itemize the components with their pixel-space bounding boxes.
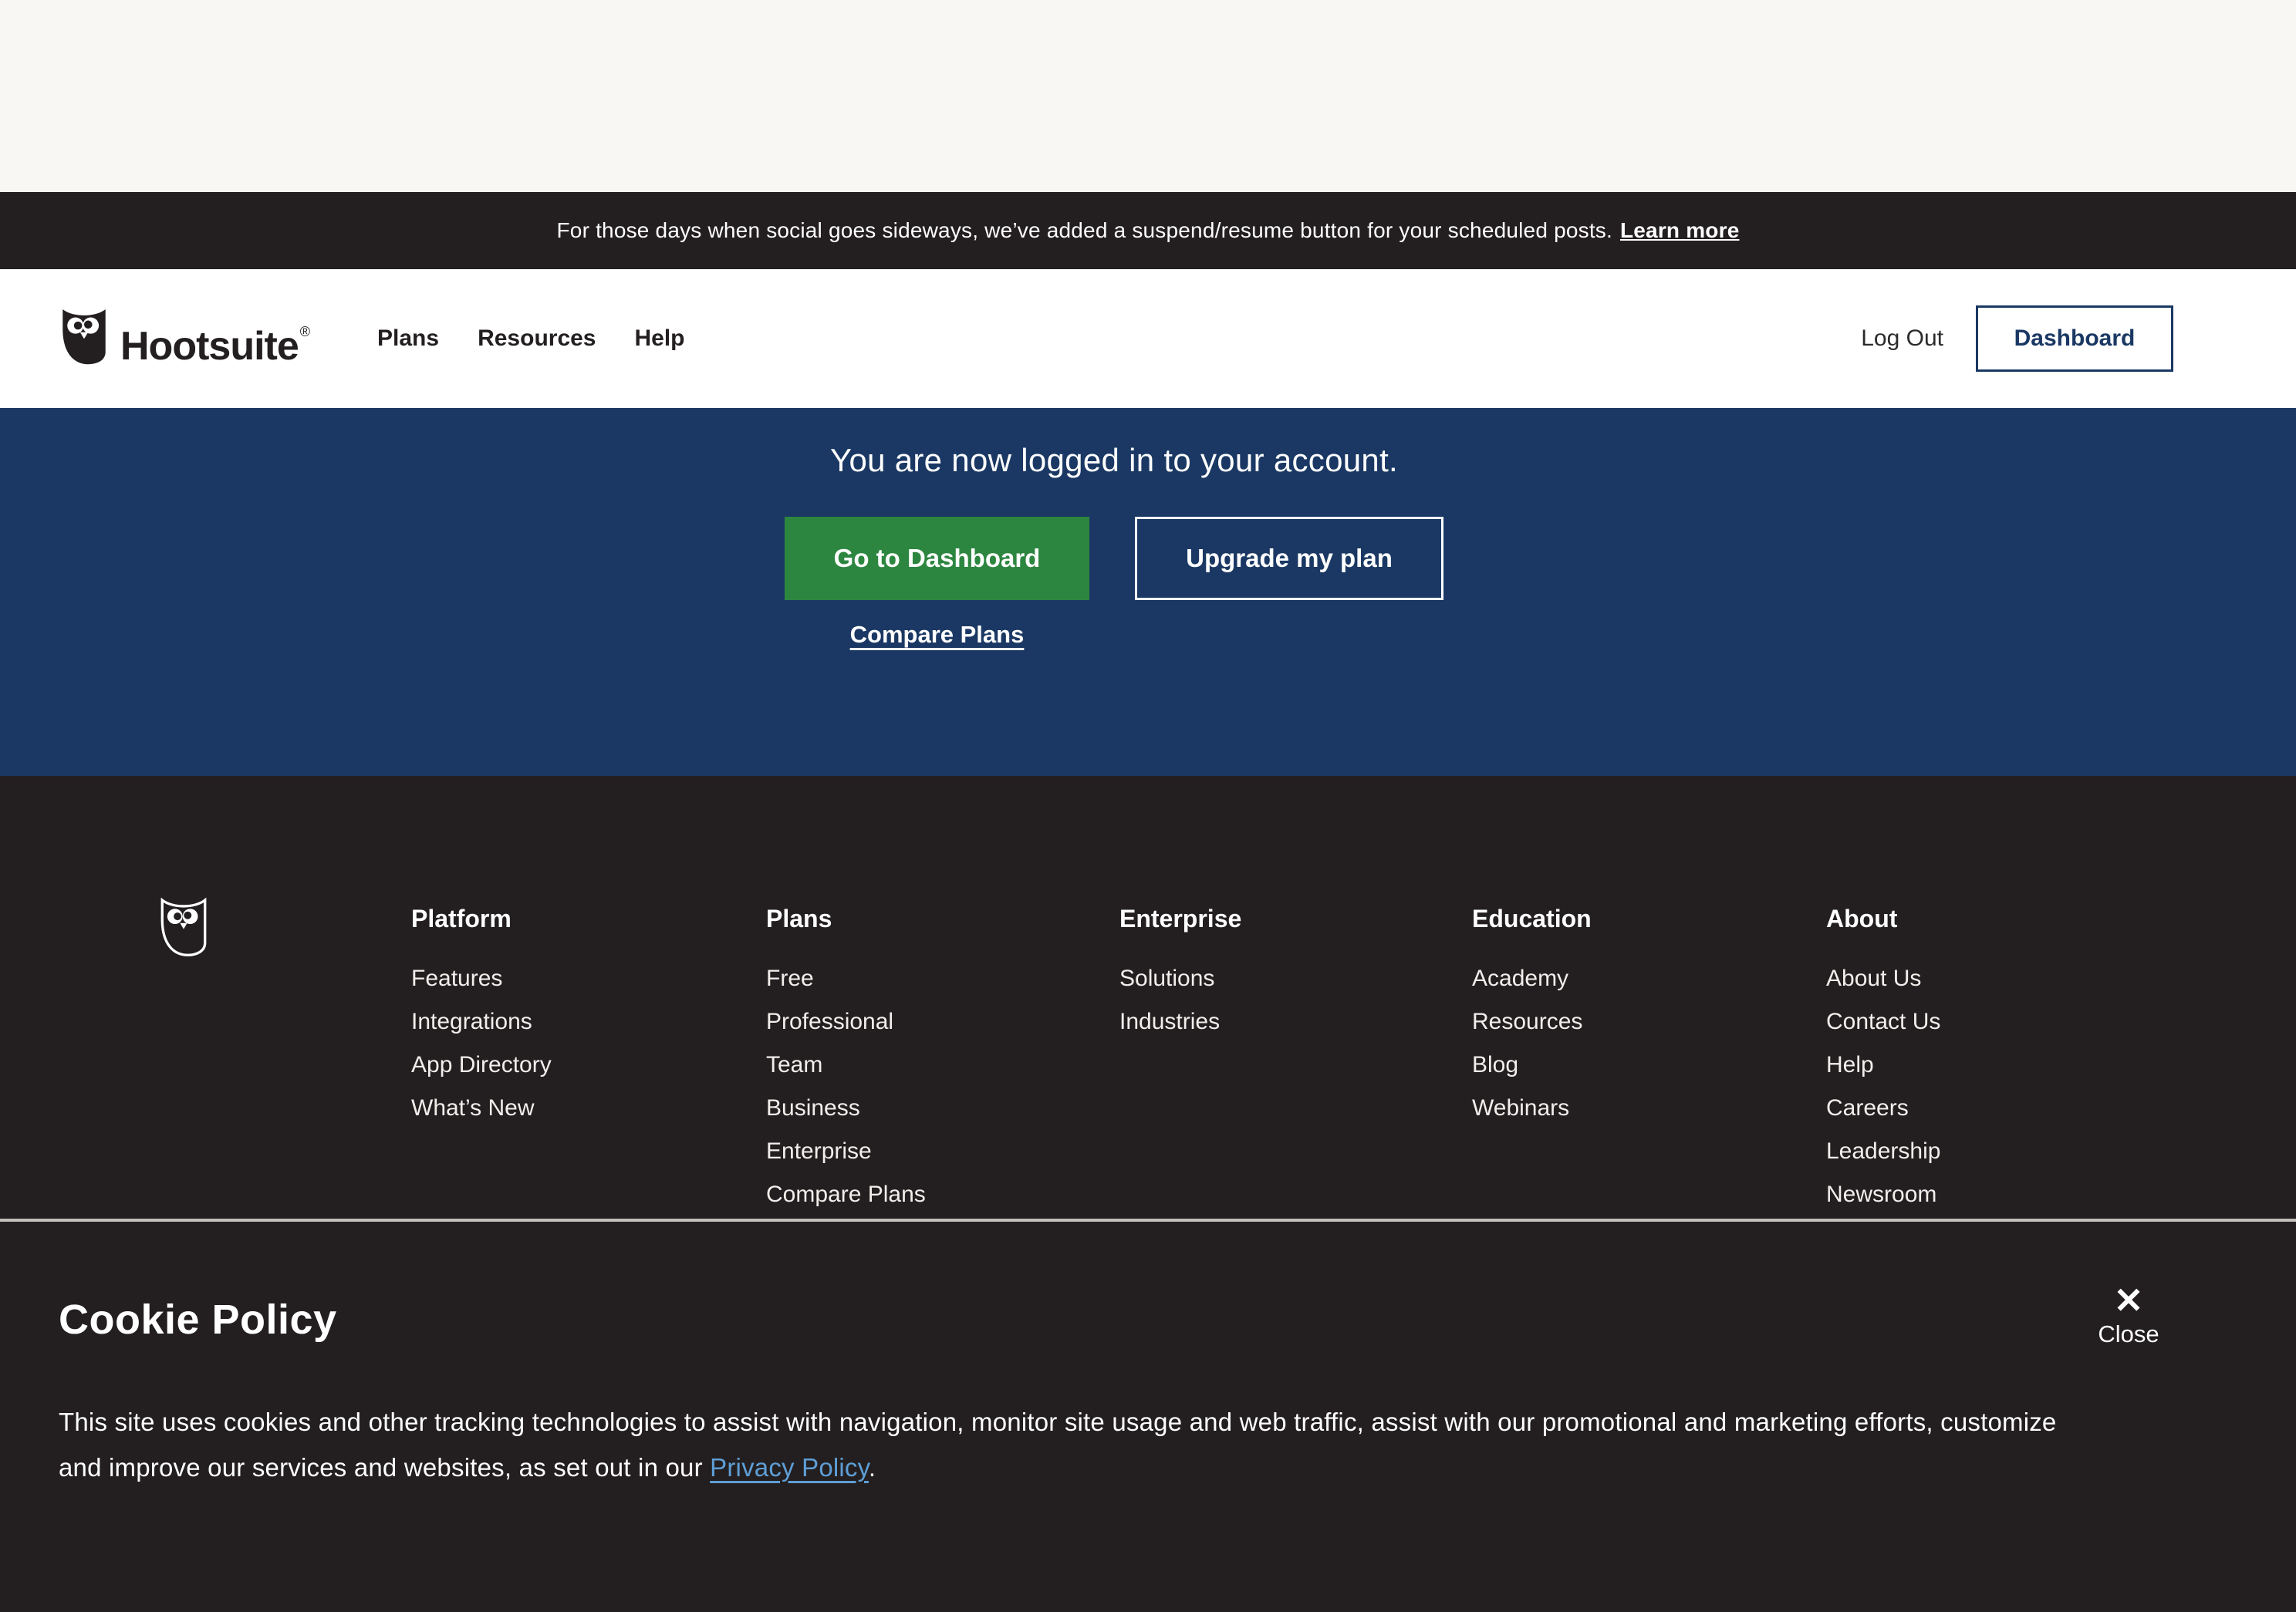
footer-column-about: About About Us Contact Us Help Careers L… — [1826, 905, 1940, 1226]
footer-link-contact-us[interactable]: Contact Us — [1826, 1010, 1940, 1034]
owl-icon — [59, 294, 110, 376]
hero-buttons: Go to Dashboard Upgrade my plan — [785, 517, 1443, 600]
cookie-text-before: This site uses cookies and other trackin… — [59, 1408, 2057, 1482]
footer-link-app-directory[interactable]: App Directory — [411, 1054, 552, 1077]
footer-link-blog[interactable]: Blog — [1472, 1054, 1592, 1077]
nav-item-help[interactable]: Help — [635, 318, 685, 359]
announcement-banner: For those days when social goes sideways… — [0, 192, 2296, 269]
footer-column-plans: Plans Free Professional Team Business En… — [766, 905, 926, 1226]
cookie-policy-title: Cookie Policy — [59, 1222, 2237, 1344]
site-footer: Platform Features Integrations App Direc… — [0, 776, 2296, 1219]
footer-link-webinars[interactable]: Webinars — [1472, 1097, 1592, 1120]
owl-outline-icon — [158, 884, 209, 967]
footer-link-help[interactable]: Help — [1826, 1054, 1940, 1077]
footer-link-resources[interactable]: Resources — [1472, 1010, 1592, 1034]
upgrade-my-plan-button[interactable]: Upgrade my plan — [1135, 517, 1443, 600]
footer-link-newsroom[interactable]: Newsroom — [1826, 1183, 1940, 1206]
footer-link-team[interactable]: Team — [766, 1054, 926, 1077]
brand-wordmark: Hootsuite® — [120, 291, 309, 387]
top-spacer — [0, 0, 2296, 192]
close-label: Close — [2098, 1320, 2159, 1348]
footer-link-business[interactable]: Business — [766, 1097, 926, 1120]
login-confirmation-message: You are now logged in to your account. — [785, 442, 1443, 479]
footer-link-features[interactable]: Features — [411, 967, 552, 990]
cookie-policy-text: This site uses cookies and other trackin… — [59, 1399, 2088, 1490]
registered-mark: ® — [300, 324, 309, 339]
footer-heading: Education — [1472, 905, 1592, 933]
footer-link-careers[interactable]: Careers — [1826, 1097, 1940, 1120]
announcement-text: For those days when social goes sideways… — [557, 218, 1612, 243]
footer-column-enterprise: Enterprise Solutions Industries — [1119, 905, 1241, 1054]
go-to-dashboard-button[interactable]: Go to Dashboard — [785, 517, 1089, 600]
footer-link-professional[interactable]: Professional — [766, 1010, 926, 1034]
footer-heading: Plans — [766, 905, 926, 933]
log-out-link[interactable]: Log Out — [1861, 325, 1943, 352]
header-right: Log Out Dashboard — [1861, 305, 2173, 372]
footer-link-industries[interactable]: Industries — [1119, 1010, 1241, 1034]
footer-link-leadership[interactable]: Leadership — [1826, 1140, 1940, 1163]
footer-link-enterprise[interactable]: Enterprise — [766, 1140, 926, 1163]
footer-link-integrations[interactable]: Integrations — [411, 1010, 552, 1034]
footer-link-about-us[interactable]: About Us — [1826, 967, 1940, 990]
footer-column-education: Education Academy Resources Blog Webinar… — [1472, 905, 1592, 1140]
footer-heading: Enterprise — [1119, 905, 1241, 933]
nav-item-plans[interactable]: Plans — [377, 318, 439, 359]
dashboard-button[interactable]: Dashboard — [1976, 305, 2173, 372]
footer-link-free[interactable]: Free — [766, 967, 926, 990]
footer-heading: Platform — [411, 905, 552, 933]
footer-column-platform: Platform Features Integrations App Direc… — [411, 905, 552, 1140]
compare-plans-link[interactable]: Compare Plans — [850, 621, 1025, 648]
footer-heading: About — [1826, 905, 1940, 933]
hootsuite-page: For those days when social goes sideways… — [0, 0, 2296, 1612]
cookie-close-button[interactable]: ✕ Close — [2086, 1282, 2171, 1348]
hero-section: You are now logged in to your account. G… — [0, 408, 2296, 776]
privacy-policy-link[interactable]: Privacy Policy — [710, 1453, 869, 1482]
footer-link-academy[interactable]: Academy — [1472, 967, 1592, 990]
nav-item-resources[interactable]: Resources — [478, 318, 596, 359]
close-icon[interactable]: ✕ — [2114, 1282, 2144, 1319]
footer-link-compare-plans[interactable]: Compare Plans — [766, 1183, 926, 1206]
footer-link-solutions[interactable]: Solutions — [1119, 967, 1241, 990]
main-nav: Plans Resources Help — [377, 318, 684, 359]
cookie-text-after: . — [869, 1453, 876, 1482]
site-header: Hootsuite® Plans Resources Help Log Out … — [0, 269, 2296, 408]
footer-link-whats-new[interactable]: What’s New — [411, 1097, 552, 1120]
hero-content: You are now logged in to your account. G… — [785, 408, 1443, 649]
hootsuite-logo[interactable]: Hootsuite® — [59, 291, 309, 387]
learn-more-link[interactable]: Learn more — [1620, 218, 1740, 243]
cookie-policy-banner: Cookie Policy ✕ Close This site uses coo… — [0, 1219, 2296, 1612]
compare-plans-wrap: Compare Plans — [785, 621, 1089, 649]
